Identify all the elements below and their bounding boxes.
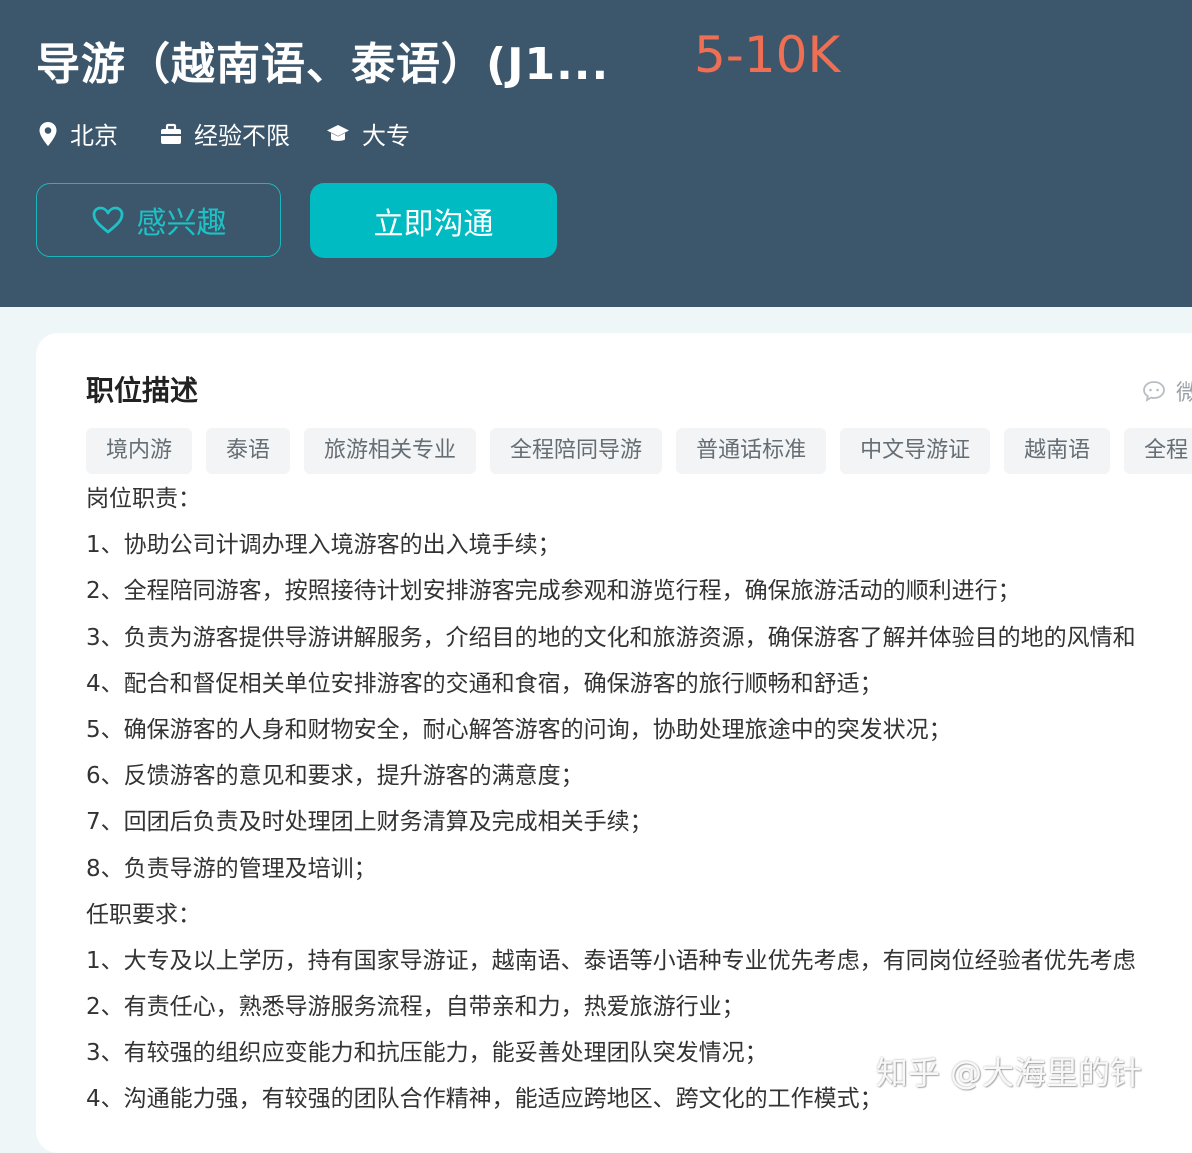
watermark: 知乎 @大海里的针	[876, 1054, 1143, 1092]
section-title: 职位描述	[86, 374, 199, 407]
description-text: 岗位职责： 1、协助公司计调办理入境游客的出入境手续； 2、全程陪同游客，按照接…	[86, 476, 1136, 1123]
experience-label: 经验不限	[194, 122, 290, 150]
graduation-cap-icon	[327, 124, 349, 141]
wechat-share[interactable]: 微	[1142, 375, 1192, 407]
interest-label: 感兴趣	[136, 206, 227, 241]
job-education: 大专	[326, 116, 410, 151]
description-line: 任职要求：	[86, 901, 201, 928]
skill-tag[interactable]: 全程	[1124, 428, 1192, 474]
description-line: 1、大专及以上学历，持有国家导游证，越南语、泰语等小语种专业优先考虑，有同岗位经…	[86, 947, 1136, 974]
chat-now-label: 立即沟通	[373, 206, 494, 242]
description-line: 7、回团后负责及时处理团上财务清算及完成相关手续；	[86, 809, 653, 836]
description-line: 1、协助公司计调办理入境游客的出入境手续；	[86, 532, 561, 559]
skill-tag[interactable]: 全程陪同导游	[490, 428, 663, 474]
skill-tags: 境内游 泰语 旅游相关专业 全程陪同导游 普通话标准 中文导游证 越南语 全程	[86, 428, 1192, 474]
briefcase-icon	[161, 123, 181, 144]
description-line: 2、有责任心，熟悉导游服务流程，自带亲和力，热爱旅游行业；	[86, 994, 745, 1021]
description-line: 岗位职责：	[86, 486, 201, 512]
description-line: 4、配合和督促相关单位安排游客的交通和食宿，确保游客的旅行顺畅和舒适；	[86, 670, 883, 697]
chat-now-button[interactable]: 立即沟通	[310, 183, 557, 258]
education-label: 大专	[362, 122, 410, 150]
interest-button[interactable]: 感兴趣	[36, 183, 281, 257]
description-line: 3、负责为游客提供导游讲解服务，介绍目的地的文化和旅游资源，确保游客了解并体验目…	[86, 624, 1136, 651]
skill-tag[interactable]: 旅游相关专业	[304, 428, 477, 474]
description-line: 5、确保游客的人身和财物安全，耐心解答游客的问询，协助处理旅途中的突发状况；	[86, 716, 952, 743]
skill-tag[interactable]: 中文导游证	[840, 428, 991, 474]
description-line: 8、负责导游的管理及培训；	[86, 855, 377, 882]
salary-range: 5-10K	[694, 26, 841, 84]
chat-bubble-icon	[1143, 381, 1165, 402]
skill-tag[interactable]: 普通话标准	[676, 428, 827, 474]
description-line: 6、反馈游客的意见和要求，提升游客的满意度；	[86, 763, 584, 790]
location-label: 北京	[70, 122, 118, 150]
location-pin-icon	[39, 121, 57, 146]
description-line: 2、全程陪同游客，按照接待计划安排游客完成参观和游览行程，确保旅游活动的顺利进行…	[86, 578, 1021, 605]
heart-icon	[92, 206, 123, 234]
wechat-label: 微	[1176, 381, 1192, 406]
job-location: 北京	[38, 116, 118, 151]
job-description-card: 职位描述 微 境内游 泰语 旅游相关专业 全程陪同导游 普通话标准 中文导游证 …	[36, 333, 1192, 1153]
skill-tag[interactable]: 泰语	[206, 428, 291, 474]
skill-tag[interactable]: 越南语	[1004, 428, 1111, 474]
job-experience: 经验不限	[160, 116, 290, 151]
job-title: 导游（越南语、泰语）(J1...	[36, 39, 610, 90]
skill-tag[interactable]: 境内游	[86, 428, 193, 474]
job-header: 导游（越南语、泰语）(J1... 5-10K 北京 经验不限 大专 感兴趣 立即…	[0, 0, 1192, 307]
